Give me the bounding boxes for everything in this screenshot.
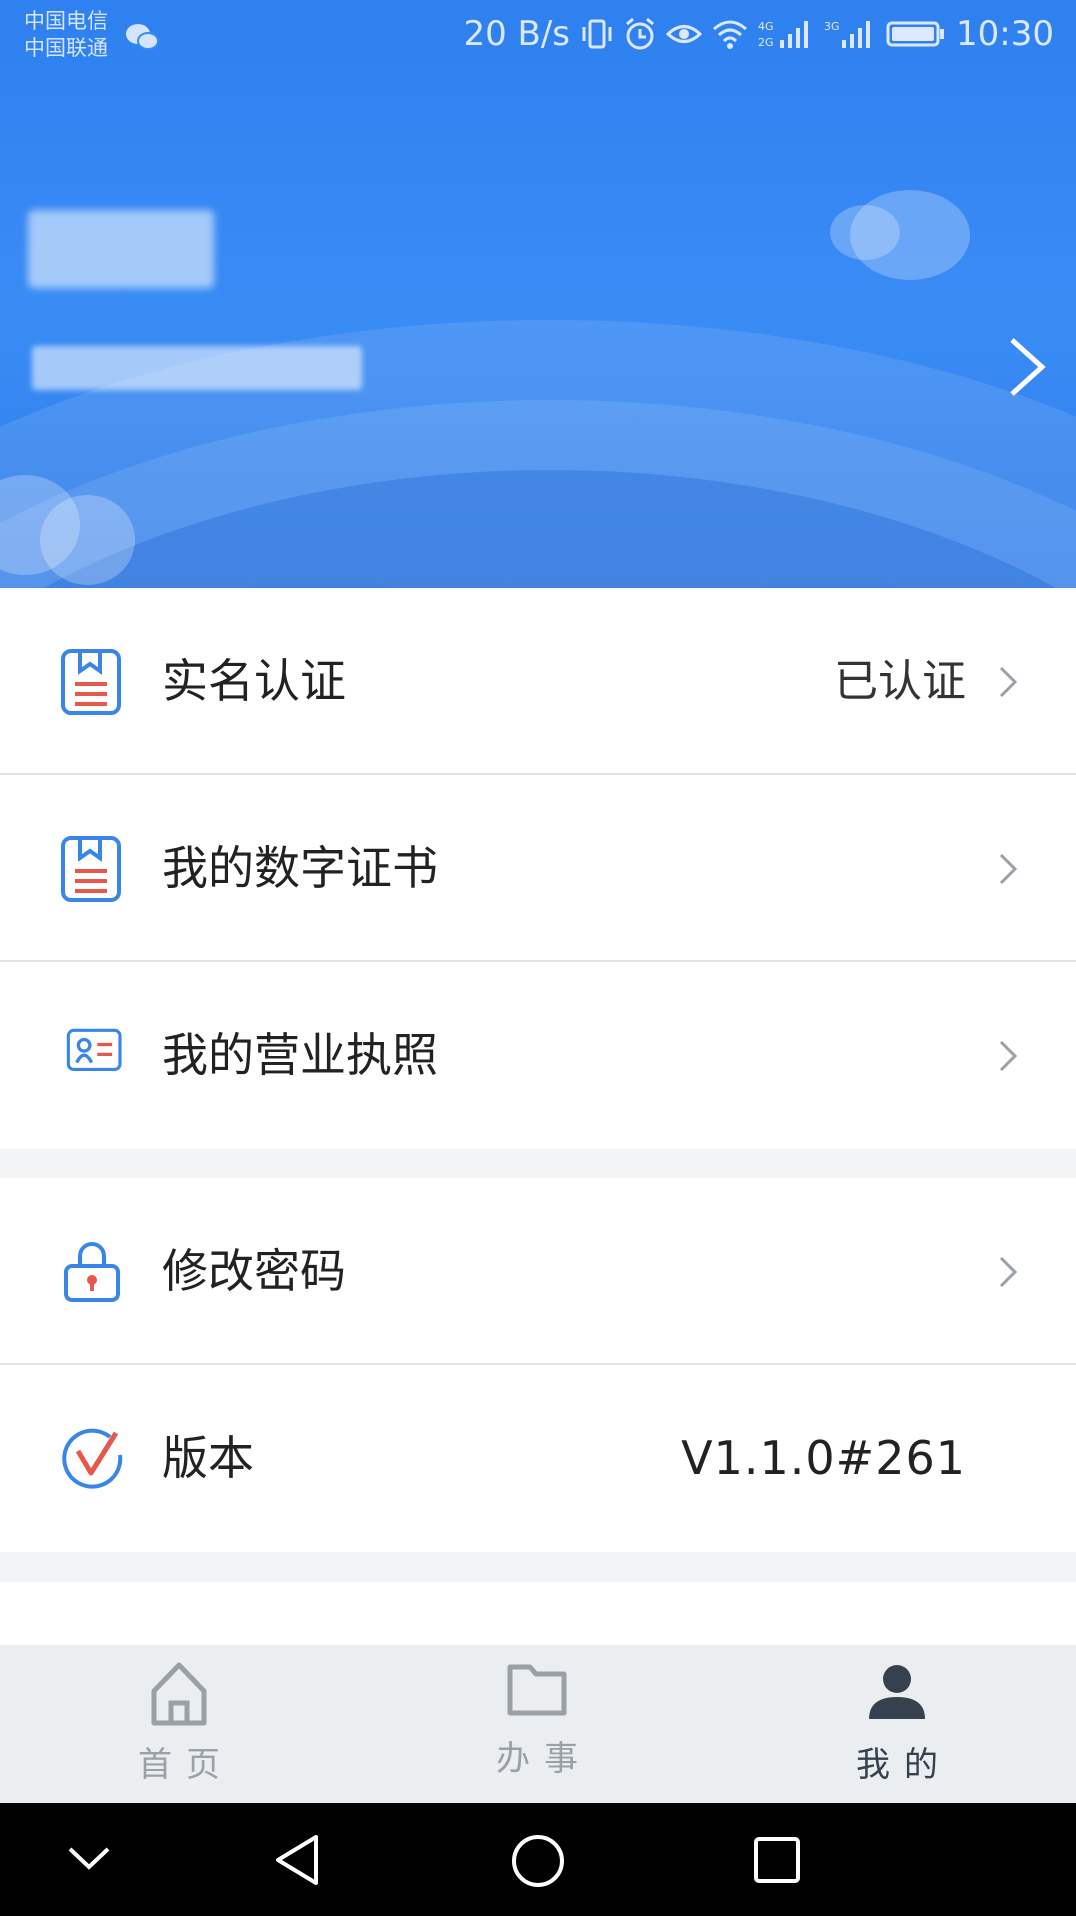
chevron-right-icon <box>999 853 1018 885</box>
chevron-right-icon[interactable] <box>1004 336 1048 398</box>
menu-label: 我的营业执照 <box>162 1028 438 1082</box>
menu-group-identity: 实名认证 已认证 我的数字证书 我的营业执照 <box>0 588 1076 1149</box>
cloud-decoration <box>850 190 970 280</box>
net-speed: 20 B/s <box>463 14 571 54</box>
alarm-icon <box>626 17 654 50</box>
carrier-info: 中国电信 中国联通 <box>24 8 108 62</box>
home-nav-icon[interactable] <box>510 1833 566 1889</box>
system-nav-bar <box>0 1803 1076 1916</box>
menu-item-digital-cert[interactable]: 我的数字证书 <box>0 775 1076 962</box>
tab-label: 我的 <box>856 1745 952 1785</box>
svg-text:3G: 3G <box>824 20 840 33</box>
folder-icon <box>507 1664 567 1716</box>
certificate-icon <box>61 836 121 902</box>
user-icon <box>869 1665 925 1719</box>
status-icons: 20 B/s 4G 2G 3G 10:30 <box>463 14 1054 54</box>
svg-text:4G: 4G <box>758 20 774 33</box>
tab-mine[interactable]: 我的 <box>797 1645 997 1803</box>
chevron-right-icon <box>999 1256 1018 1288</box>
recents-icon[interactable] <box>752 1835 802 1885</box>
menu-label: 实名认证 <box>162 654 346 708</box>
version-number: V1.1.0#261 <box>681 1431 966 1485</box>
back-icon[interactable] <box>272 1833 322 1887</box>
hide-keyboard-icon[interactable] <box>66 1843 112 1873</box>
home-icon <box>151 1662 207 1726</box>
chevron-right-icon <box>999 1040 1018 1072</box>
wechat-icon <box>126 24 159 50</box>
menu-group-settings: 修改密码 版本 V1.1.0#261 <box>0 1178 1076 1552</box>
verification-status: 已认证 <box>834 656 966 707</box>
id-card-icon <box>66 1028 122 1072</box>
menu-item-version: 版本 V1.1.0#261 <box>0 1365 1076 1552</box>
user-phone: 18200000073 <box>32 346 362 390</box>
version-logo-icon <box>62 1428 123 1489</box>
status-bar: 中国电信 中国联通 20 B/s 4G 2G 3G 10:30 <box>0 0 1076 80</box>
clock: 10:30 <box>956 14 1054 54</box>
menu-label: 修改密码 <box>162 1244 346 1298</box>
certificate-icon <box>61 649 121 715</box>
carrier-1: 中国电信 <box>24 9 108 33</box>
tab-home[interactable]: 首页 <box>79 1645 279 1803</box>
battery-icon <box>886 21 945 47</box>
menu-label: 我的数字证书 <box>162 841 438 895</box>
bottom-tab-bar: 首页 办事 我的 <box>0 1645 1076 1803</box>
profile-header: 中国电信 中国联通 20 B/s 4G2G 3G 10:30 韩凯 182000… <box>0 0 1076 588</box>
tab-label: 首页 <box>138 1745 234 1785</box>
eye-icon <box>666 25 703 43</box>
vibrate-icon <box>582 19 612 49</box>
wifi-icon <box>713 20 748 49</box>
signal-4g-icon: 4G2G <box>758 20 809 49</box>
cloud-decoration <box>40 495 135 585</box>
menu-item-business-license[interactable]: 我的营业执照 <box>0 962 1076 1149</box>
svg-text:2G: 2G <box>758 36 774 49</box>
menu-item-change-password[interactable]: 修改密码 <box>0 1178 1076 1365</box>
menu-item-real-name[interactable]: 实名认证 已认证 <box>0 588 1076 775</box>
carrier-2: 中国联通 <box>24 36 108 60</box>
signal-3g-icon: 3G <box>824 20 871 48</box>
content-spacer <box>0 1582 1076 1645</box>
menu-label: 版本 <box>162 1431 254 1485</box>
tab-tasks[interactable]: 办事 <box>437 1645 637 1803</box>
chevron-right-icon <box>999 666 1018 698</box>
tab-label: 办事 <box>496 1739 592 1779</box>
lock-icon <box>64 1242 120 1302</box>
user-name: 韩凯 <box>28 210 214 288</box>
